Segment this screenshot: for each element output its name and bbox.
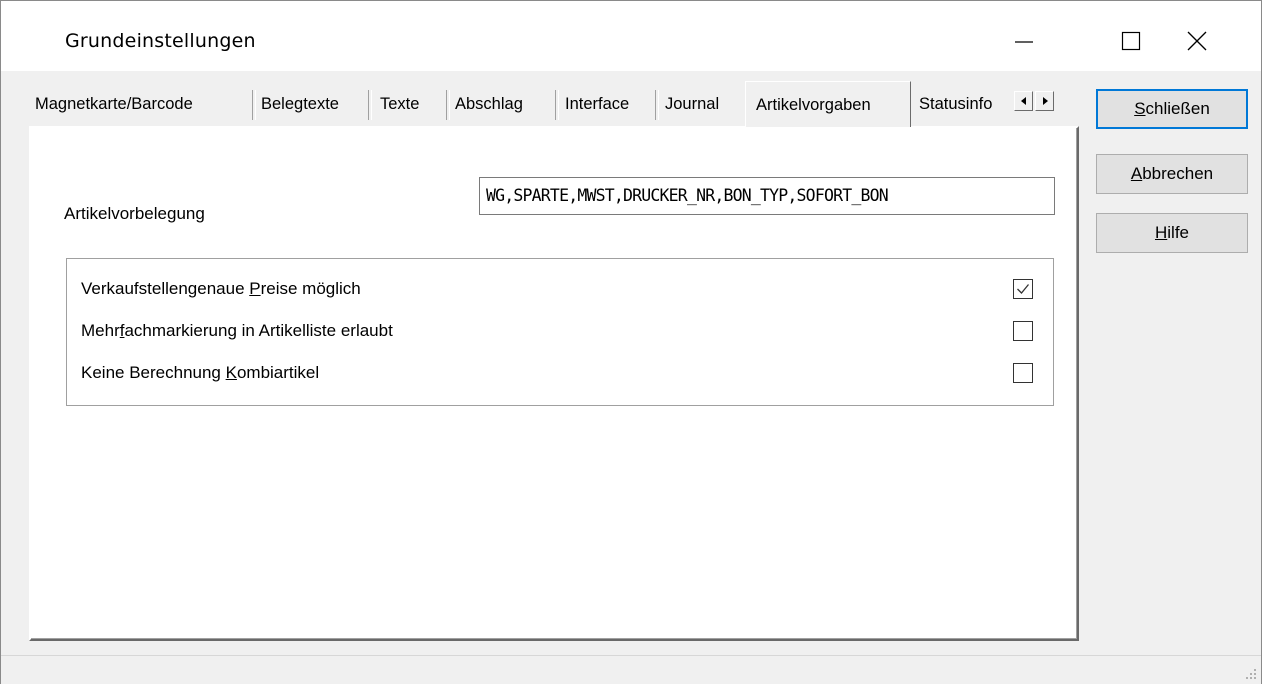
tab-divider (555, 90, 559, 120)
artikelvorbelegung-input[interactable]: WG,SPARTE,MWST,DRUCKER_NR,BON_TYP,SOFORT… (479, 177, 1055, 215)
title-bar[interactable]: Grundeinstellungen (1, 1, 1261, 71)
tab-divider (368, 90, 372, 120)
dialog-window: Grundeinstellungen Artikelvorbelegung WG… (0, 0, 1262, 684)
tab-divider (655, 90, 659, 120)
arrow-left-icon (1021, 97, 1026, 105)
tab-divider (252, 90, 256, 120)
tab-magnetkarte-barcode[interactable]: Magnetkarte/Barcode (31, 85, 197, 123)
tab-interface[interactable]: Interface (561, 85, 633, 123)
checkmark-icon (1017, 284, 1030, 294)
tab-scroll-left-button[interactable] (1014, 91, 1033, 111)
close-button[interactable]: Schließen (1096, 89, 1248, 129)
artikelvorbelegung-label: Artikelvorbelegung (64, 204, 205, 223)
tab-abschlag[interactable]: Abschlag (451, 85, 527, 123)
minimize-icon (1015, 41, 1033, 43)
option-label-preise: Verkaufstellengenaue Preise möglich (81, 279, 361, 298)
arrow-right-icon (1043, 97, 1048, 105)
minimize-button[interactable] (1002, 19, 1048, 63)
maximize-button[interactable] (1108, 19, 1154, 63)
tab-divider (446, 90, 450, 120)
checkbox-mehrfachmarkierung[interactable] (1013, 321, 1033, 341)
tab-texte[interactable]: Texte (376, 85, 423, 123)
tab-statusinfo[interactable]: Statusinfo (915, 85, 1025, 123)
tab-artikelvorgaben[interactable]: Artikelvorgaben (745, 81, 911, 127)
cancel-button[interactable]: Abbrechen (1096, 154, 1248, 194)
help-button[interactable]: Hilfe (1096, 213, 1248, 253)
tab-scroll-right-button[interactable] (1035, 91, 1054, 111)
tab-journal[interactable]: Journal (661, 85, 723, 123)
checkbox-kombiartikel[interactable] (1013, 363, 1033, 383)
status-bar (1, 655, 1261, 684)
maximize-icon (1121, 31, 1141, 51)
window-title: Grundeinstellungen (65, 30, 256, 52)
tab-belegtexte[interactable]: Belegtexte (257, 85, 343, 123)
options-group: Verkaufstellengenaue Preise möglich Mehr… (66, 258, 1054, 406)
close-icon (1187, 31, 1207, 51)
option-label-kombiartikel: Keine Berechnung Kombiartikel (81, 363, 320, 382)
resize-grip-icon[interactable] (1245, 668, 1257, 680)
checkbox-preise[interactable] (1013, 279, 1033, 299)
close-window-button[interactable] (1174, 19, 1220, 63)
option-label-mehrfachmarkierung: Mehrfachmarkierung in Artikelliste erlau… (81, 321, 393, 340)
tab-panel-artikelvorgaben: Artikelvorbelegung WG,SPARTE,MWST,DRUCKE… (29, 126, 1079, 641)
